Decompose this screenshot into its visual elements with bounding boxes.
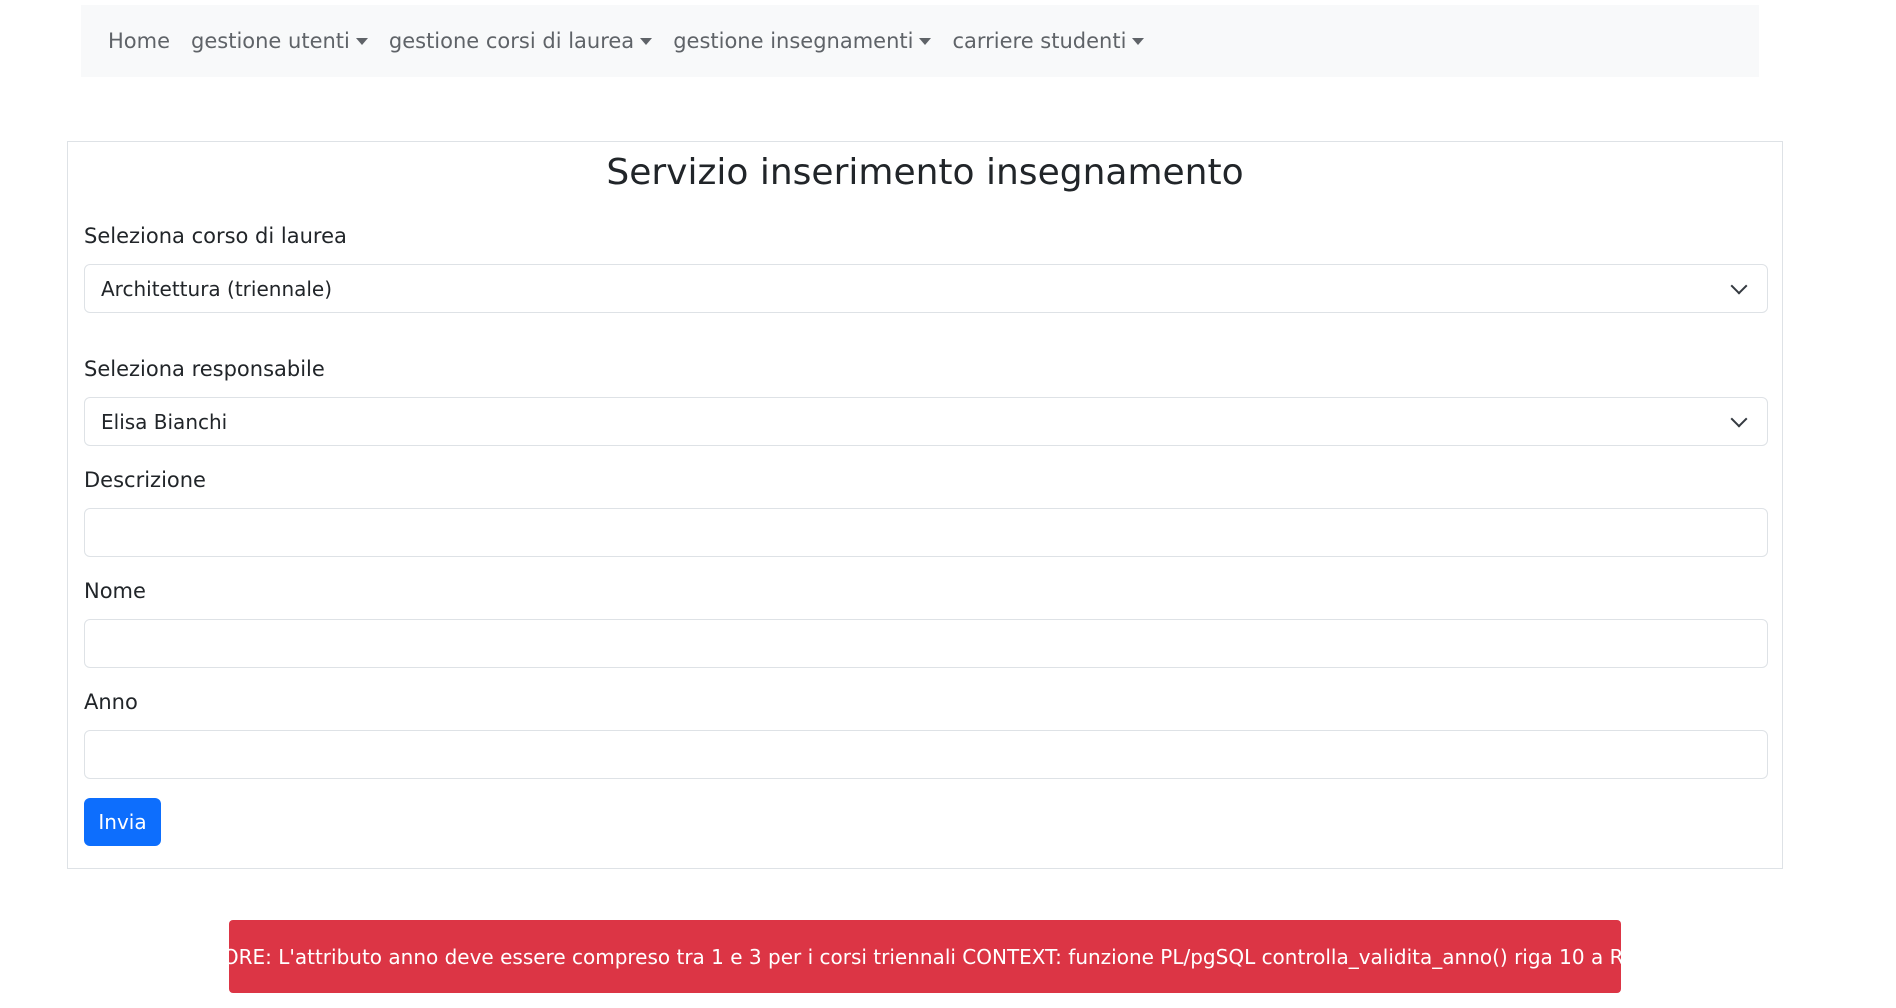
nav-gestione-utenti[interactable]: gestione utenti (191, 29, 368, 53)
chevron-down-icon (1730, 277, 1748, 294)
descrizione-input[interactable] (84, 508, 1768, 557)
top-navbar: Home gestione utenti gestione corsi di l… (81, 5, 1759, 77)
nav-gestione-insegnamenti-label: gestione insegnamenti (673, 29, 914, 53)
anno-input[interactable] (84, 730, 1768, 779)
nav-carriere-studenti[interactable]: carriere studenti (952, 29, 1145, 53)
error-alert: ERRORE: L'attributo anno deve essere com… (229, 920, 1621, 993)
responsabile-select[interactable]: Elisa Bianchi (84, 397, 1768, 446)
error-message: ERRORE: L'attributo anno deve essere com… (229, 944, 1621, 969)
corso-label: Seleziona corso di laurea (84, 224, 347, 248)
nav-gestione-corsi[interactable]: gestione corsi di laurea (388, 29, 653, 53)
page-title: Servizio inserimento insegnamento (606, 152, 1244, 193)
caret-down-icon (1132, 37, 1145, 45)
nav-carriere-studenti-label: carriere studenti (952, 29, 1127, 53)
chevron-down-icon (1730, 410, 1748, 427)
caret-down-icon (355, 37, 368, 45)
nome-label: Nome (84, 579, 146, 603)
nav-gestione-corsi-label: gestione corsi di laurea (388, 29, 635, 53)
corso-select-value: Architettura (triennale) (101, 276, 333, 301)
corso-select[interactable]: Architettura (triennale) (84, 264, 1768, 313)
caret-down-icon (919, 37, 932, 45)
nav-home[interactable]: Home (108, 29, 170, 53)
descrizione-label: Descrizione (84, 468, 206, 492)
responsabile-select-value: Elisa Bianchi (101, 409, 228, 434)
responsabile-label: Seleziona responsabile (84, 357, 325, 381)
submit-button[interactable]: Invia (84, 798, 161, 846)
form-card: Servizio inserimento insegnamento Selezi… (67, 141, 1783, 869)
anno-label: Anno (84, 690, 138, 714)
nome-input[interactable] (84, 619, 1768, 668)
caret-down-icon (640, 37, 653, 45)
nav-gestione-insegnamenti[interactable]: gestione insegnamenti (673, 29, 932, 53)
nav-gestione-utenti-label: gestione utenti (191, 29, 350, 53)
nav-home-label: Home (108, 29, 171, 53)
